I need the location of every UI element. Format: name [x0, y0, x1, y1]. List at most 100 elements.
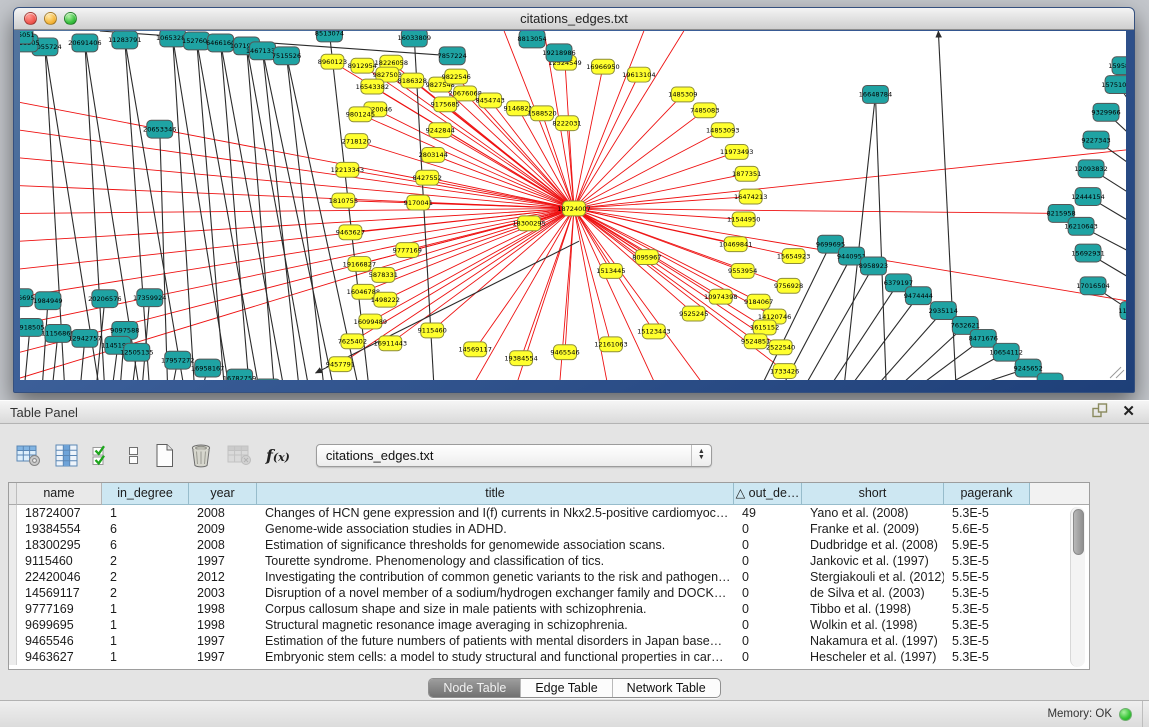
table-cell[interactable]: 5.3E-5 — [944, 617, 1030, 633]
yellow-node[interactable]: 2522540 — [766, 340, 795, 355]
minimize-window-icon[interactable] — [44, 12, 57, 25]
red-edge[interactable] — [574, 208, 1061, 213]
yellow-node[interactable]: 9822546 — [442, 69, 471, 84]
red-edge[interactable] — [574, 94, 683, 208]
table-cell[interactable]: Estimation of the future numbers of pati… — [257, 633, 734, 649]
table-cell[interactable]: 5.6E-5 — [944, 521, 1030, 537]
table-cell[interactable]: Wolkin et al. (1998) — [802, 617, 944, 633]
column-header-in_degree[interactable]: in_degree — [102, 483, 189, 505]
table-cell[interactable]: 2008 — [189, 537, 257, 553]
function-fx-icon[interactable]: f(x) — [266, 446, 290, 465]
black-edge[interactable] — [287, 56, 325, 380]
teal-node[interactable]: 12444154 — [1071, 188, 1104, 206]
table-panel-titlebar[interactable]: Table Panel ✕ — [0, 400, 1149, 424]
yellow-node[interactable]: 9463627 — [336, 225, 365, 240]
teal-node[interactable]: 8513074 — [315, 31, 344, 42]
yellow-node[interactable]: 16966950 — [586, 59, 619, 74]
yellow-node[interactable]: 1588520 — [527, 106, 556, 121]
table-settings-icon[interactable] — [16, 444, 41, 467]
resize-grip-icon[interactable] — [1110, 367, 1124, 378]
table-cell[interactable]: 1997 — [189, 649, 257, 665]
red-edge[interactable] — [372, 87, 574, 209]
yellow-node[interactable]: 2718120 — [342, 134, 371, 149]
red-edge[interactable] — [574, 31, 684, 208]
table-cell[interactable]: 0 — [734, 649, 802, 665]
table-row[interactable]: 911546021997Tourette syndrome. Phenomeno… — [9, 553, 1089, 569]
table-cell[interactable]: 2 — [102, 585, 189, 601]
table-row[interactable]: 946362711997Embryonic stem cells: a mode… — [9, 649, 1089, 665]
teal-node[interactable]: 20653346 — [143, 120, 176, 138]
teal-node[interactable]: 16782759 — [223, 369, 256, 380]
table-cell[interactable]: Nakamura et al. (1997) — [802, 633, 944, 649]
trash-icon[interactable] — [189, 443, 213, 468]
red-edge[interactable] — [390, 208, 574, 343]
table-row[interactable]: 977716911998Corpus callosum shape and si… — [9, 601, 1089, 617]
table-cell[interactable]: 0 — [734, 633, 802, 649]
table-cell[interactable]: Genome-wide association studies in ADHD. — [257, 521, 734, 537]
table-cell[interactable]: 19384554 — [17, 521, 102, 537]
table-cell[interactable]: Stergiakouli et al. (2012) — [802, 569, 944, 585]
table-cell[interactable]: Jankovic et al. (1997) — [802, 553, 944, 569]
table-cell[interactable]: Corpus callosum shape and size in male p… — [257, 601, 734, 617]
select-checks-icon[interactable] — [92, 444, 113, 467]
table-cell[interactable]: 1 — [102, 649, 189, 665]
teal-node[interactable]: 15692931 — [1071, 244, 1104, 262]
yellow-node[interactable]: 9184067 — [744, 294, 773, 309]
table-cell[interactable]: 18724007 — [17, 505, 102, 521]
yellow-node[interactable]: 9525245 — [679, 306, 708, 321]
row-squares-icon[interactable] — [127, 444, 140, 467]
yellow-node[interactable]: 9465546 — [550, 345, 579, 360]
table-cell[interactable]: 0 — [734, 521, 802, 537]
teal-node[interactable]: 12093832 — [1074, 160, 1107, 178]
yellow-node[interactable]: 10469841 — [719, 237, 752, 252]
teal-node[interactable]: 8471676 — [969, 329, 998, 347]
table-row[interactable]: 2242004622012Investigating the contribut… — [9, 569, 1089, 585]
yellow-node[interactable]: 16099489 — [354, 314, 387, 329]
teal-node[interactable]: 2935114 — [929, 302, 958, 320]
table-row[interactable]: 1830029562008Estimation of significance … — [9, 537, 1089, 553]
close-panel-icon[interactable]: ✕ — [1122, 405, 1135, 419]
yellow-node[interactable]: 15123443 — [637, 324, 670, 339]
yellow-node[interactable]: 1498222 — [371, 292, 400, 307]
column-header-title[interactable]: title — [257, 483, 734, 505]
black-edge[interactable] — [247, 46, 275, 380]
table-cell[interactable]: Hescheler et al. (1997) — [802, 649, 944, 665]
teal-node[interactable]: 16033809 — [398, 31, 431, 47]
red-edge[interactable] — [574, 174, 747, 209]
black-edge[interactable] — [827, 283, 899, 380]
teal-node[interactable]: 16210643 — [1064, 217, 1097, 235]
table-cell[interactable]: 0 — [734, 553, 802, 569]
yellow-node[interactable]: 8222031 — [552, 116, 581, 131]
red-edge[interactable] — [347, 170, 574, 209]
table-cell[interactable]: 9463627 — [17, 649, 102, 665]
table-cell[interactable]: 1 — [102, 633, 189, 649]
table-cell[interactable]: 1 — [102, 617, 189, 633]
red-edge[interactable] — [20, 208, 574, 296]
table-cell[interactable]: 1998 — [189, 601, 257, 617]
black-edge[interactable] — [875, 94, 886, 380]
vertical-scrollbar[interactable] — [1070, 507, 1085, 667]
yellow-node[interactable]: 9756928 — [774, 278, 803, 293]
red-edge[interactable] — [574, 150, 1126, 208]
yellow-node[interactable]: 19613104 — [622, 67, 655, 82]
table-cell[interactable]: 9465546 — [17, 633, 102, 649]
yellow-node[interactable]: 15654923 — [777, 249, 810, 264]
yellow-node[interactable]: 8427552 — [413, 170, 442, 185]
teal-node[interactable]: 9450432 — [1036, 373, 1065, 380]
table-cell[interactable]: Changes of HCN gene expression and I(f) … — [257, 505, 734, 521]
table-cell[interactable]: 1998 — [189, 617, 257, 633]
table-cell[interactable]: 1997 — [189, 553, 257, 569]
teal-node[interactable]: 7515526 — [272, 47, 301, 65]
table-cell[interactable]: 5.3E-5 — [944, 585, 1030, 601]
yellow-node[interactable]: 8960123 — [318, 54, 347, 69]
zoom-window-icon[interactable] — [64, 12, 77, 25]
table-cell[interactable]: 5.3E-5 — [944, 553, 1030, 569]
yellow-node[interactable]: 1615152 — [750, 320, 779, 335]
yellow-node[interactable]: 10974398 — [704, 289, 737, 304]
teal-node[interactable]: 16648784 — [859, 86, 892, 104]
table-cell[interactable]: Franke et al. (2009) — [802, 521, 944, 537]
black-edge[interactable] — [247, 46, 310, 380]
red-edge[interactable] — [574, 197, 751, 209]
teal-node[interactable]: 12942757 — [68, 329, 101, 347]
teal-node[interactable]: 8813054 — [517, 31, 546, 48]
